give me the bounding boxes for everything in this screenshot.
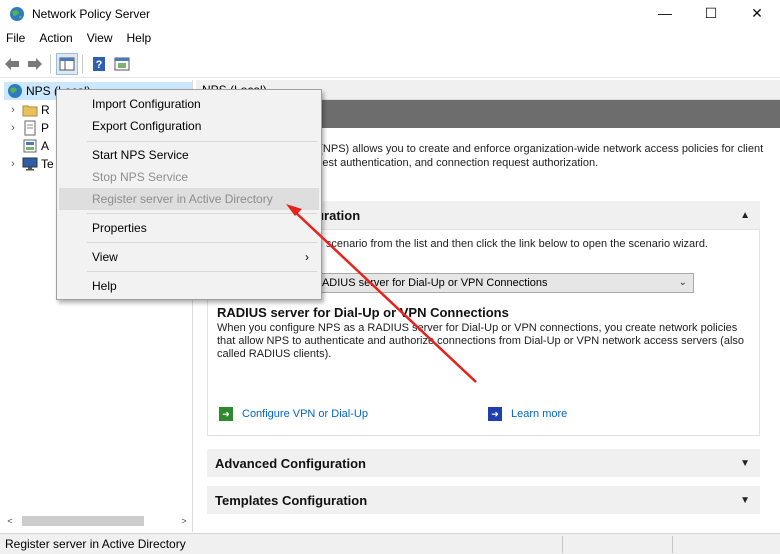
chevron-down-icon[interactable]: ⌄ bbox=[679, 274, 687, 292]
menu-item-register-server-ad[interactable]: Register server in Active Directory bbox=[59, 188, 319, 210]
tree-item-templates-management[interactable]: › Te bbox=[0, 155, 54, 173]
learn-more-link-label: Learn more bbox=[511, 408, 568, 420]
status-divider bbox=[672, 536, 673, 553]
menu-item-properties[interactable]: Properties bbox=[59, 217, 319, 239]
tree-item-label: R bbox=[41, 103, 50, 117]
section-title: Templates Configuration bbox=[215, 492, 368, 508]
configure-vpn-link[interactable]: ➜ Configure VPN or Dial-Up bbox=[219, 407, 368, 421]
toolbar-separator bbox=[82, 54, 83, 73]
expand-caret-icon[interactable]: ▼ bbox=[740, 495, 750, 506]
advanced-configuration-header[interactable]: Advanced Configuration ▼ bbox=[207, 449, 760, 477]
tree-item-label: A bbox=[41, 139, 50, 153]
tree-horizontal-scrollbar[interactable]: < > bbox=[4, 514, 190, 528]
menu-item-import-configuration[interactable]: Import Configuration bbox=[59, 93, 319, 115]
scroll-right-icon[interactable]: > bbox=[178, 516, 190, 526]
svg-text:?: ? bbox=[96, 59, 103, 71]
globe-icon bbox=[8, 84, 22, 98]
action-pane-icon bbox=[114, 57, 130, 70]
context-menu: Import Configuration Export Configuratio… bbox=[56, 89, 322, 300]
menu-item-export-configuration[interactable]: Export Configuration bbox=[59, 115, 319, 137]
scrollbar-thumb[interactable] bbox=[22, 516, 144, 526]
tree-item-radius-clients[interactable]: › R bbox=[0, 101, 50, 119]
menu-item-help[interactable]: Help bbox=[59, 275, 319, 297]
blue-arrow-icon: ➜ bbox=[488, 407, 502, 421]
status-divider bbox=[562, 536, 563, 553]
scenario-select-value: RADIUS server for Dial-Up or VPN Connect… bbox=[314, 277, 548, 289]
tree-item-accounting[interactable]: A bbox=[0, 137, 49, 155]
tree-item-label: Te bbox=[41, 157, 54, 171]
menu-separator bbox=[87, 271, 317, 272]
configure-vpn-link-label: Configure VPN or Dial-Up bbox=[242, 408, 368, 420]
menu-item-start-nps-service[interactable]: Start NPS Service bbox=[59, 144, 319, 166]
console-tree-icon bbox=[59, 57, 75, 70]
minimize-button[interactable]: — bbox=[642, 0, 688, 26]
green-arrow-icon: ➜ bbox=[219, 407, 233, 421]
chevron-right-icon[interactable]: › bbox=[8, 104, 18, 116]
accounting-icon bbox=[23, 139, 37, 153]
toolbar: ? bbox=[0, 50, 780, 78]
templates-configuration-header[interactable]: Templates Configuration ▼ bbox=[207, 486, 760, 514]
back-arrow-icon bbox=[5, 57, 19, 70]
menu-separator bbox=[87, 242, 317, 243]
maximize-button[interactable]: ☐ bbox=[688, 0, 734, 26]
show-action-pane-button[interactable] bbox=[111, 53, 133, 75]
menu-separator bbox=[87, 213, 317, 214]
menu-view[interactable]: View bbox=[80, 28, 120, 48]
menu-item-stop-nps-service: Stop NPS Service bbox=[92, 170, 189, 184]
policy-document-icon bbox=[24, 120, 36, 136]
tree-item-policies[interactable]: › P bbox=[0, 119, 49, 137]
help-book-icon: ? bbox=[93, 56, 105, 71]
submenu-chevron-icon: › bbox=[305, 250, 309, 264]
show-hide-console-tree-button[interactable] bbox=[56, 52, 78, 75]
window-title: Network Policy Server bbox=[32, 7, 151, 21]
tree-item-label: P bbox=[41, 121, 50, 135]
folder-icon bbox=[22, 105, 38, 117]
status-text: Register server in Active Directory bbox=[5, 537, 186, 551]
chevron-right-icon[interactable]: › bbox=[8, 158, 18, 170]
title-bar: Network Policy Server — ☐ ✕ bbox=[0, 0, 780, 28]
menu-bar: File Action View Help bbox=[0, 28, 780, 48]
menu-separator bbox=[87, 141, 317, 142]
learn-more-link[interactable]: ➜ Learn more bbox=[488, 407, 567, 421]
templates-monitor-icon bbox=[22, 157, 38, 171]
scenario-select[interactable]: RADIUS server for Dial-Up or VPN Connect… bbox=[309, 273, 694, 293]
templates-configuration-section[interactable]: Templates Configuration ▼ bbox=[207, 486, 760, 514]
status-bar: Register server in Active Directory bbox=[0, 533, 780, 554]
radius-scenario-title: RADIUS server for Dial-Up or VPN Connect… bbox=[217, 305, 509, 320]
chevron-right-icon[interactable]: › bbox=[8, 122, 18, 134]
expand-caret-icon[interactable]: ▼ bbox=[740, 458, 750, 469]
radius-scenario-description: When you configure NPS as a RADIUS serve… bbox=[217, 322, 745, 360]
help-button[interactable]: ? bbox=[88, 53, 110, 75]
menu-item-view-label: View bbox=[92, 250, 118, 264]
section-title: Advanced Configuration bbox=[215, 455, 366, 471]
nps-app-icon bbox=[10, 7, 24, 21]
menu-help[interactable]: Help bbox=[120, 28, 159, 48]
forward-arrow-icon bbox=[28, 57, 42, 70]
close-button[interactable]: ✕ bbox=[734, 0, 780, 26]
menu-action[interactable]: Action bbox=[32, 28, 79, 48]
toolbar-separator bbox=[50, 54, 51, 73]
scroll-left-icon[interactable]: < bbox=[4, 516, 16, 526]
menu-file[interactable]: File bbox=[0, 28, 32, 48]
forward-button[interactable] bbox=[24, 53, 46, 75]
menu-item-view[interactable]: View › bbox=[59, 246, 319, 268]
back-button[interactable] bbox=[1, 53, 23, 75]
advanced-configuration-section[interactable]: Advanced Configuration ▼ bbox=[207, 449, 760, 477]
